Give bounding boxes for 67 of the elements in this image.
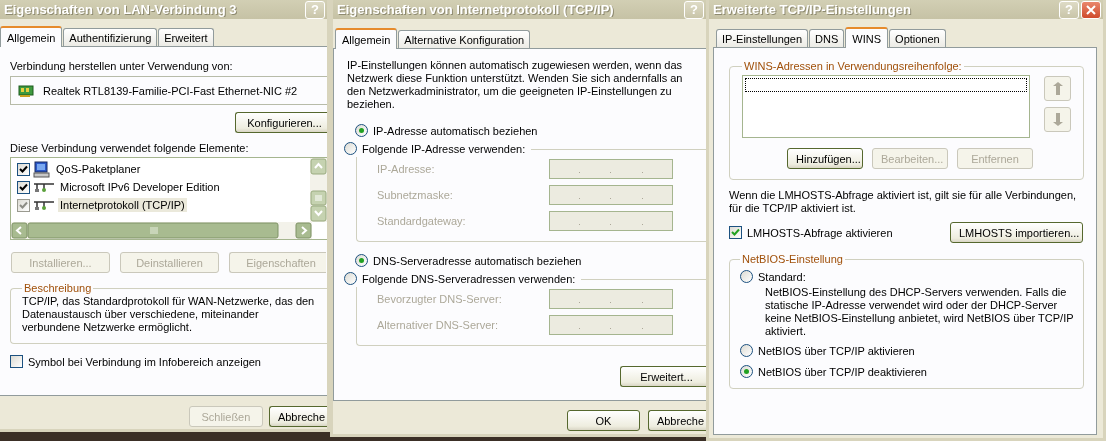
tab[interactable]: Authentifizierung [63,28,158,46]
checkbox[interactable] [17,162,30,176]
tab[interactable]: Allgemein [0,26,63,47]
window-title: Eigenschaften von LAN-Verbindung 3 [4,2,238,17]
checkbox-label[interactable]: LMHOSTS-Abfrage aktivieren [747,226,893,239]
dialog-button[interactable]: OK [566,410,640,431]
action-button[interactable]: Hinzufügen... [787,148,863,169]
radio-label[interactable]: DNS-Serveradresse automatisch beziehen [373,254,582,267]
radio-label[interactable]: Folgende IP-Adresse verwenden: [362,142,526,155]
radio-button[interactable] [344,142,357,155]
field-label: IP-Adresse: [377,163,436,175]
option-description: NetBIOS-Einstellung des DHCP-Servers verwenden. Falls die statische IP-Adresse verwendet wird oder der DHCP-Server keine NetBIOS-Einstellung anbietet, wird NetBIOS über TCP/IP aktiviert. [764,286,1075,338]
checkbox[interactable] [10,355,23,368]
group-title: NetBIOS-Einstellung [741,253,844,265]
radio-button[interactable] [740,270,753,283]
window-title: Erweiterte TCP/IP-Einstellungen [713,2,912,17]
field-label: Standardgateway: [377,215,467,227]
radio-label[interactable]: NetBIOS über TCP/IP deaktivieren [758,365,927,378]
section-label: Diese Verbindung verwendet folgende Elemente: [10,142,250,154]
adapter-name: Realtek RTL8139-Familie-PCI-Fast Ethernet-NIC #2 [43,84,298,97]
close-button[interactable] [1081,0,1101,19]
window-title: Eigenschaften von Internetprotokoll (TCP/IP) [337,2,615,17]
radio-button[interactable] [355,254,368,267]
list-item[interactable]: Internetprotokoll (TCP/IP) [58,198,187,212]
radio-label[interactable]: IP-Adresse automatisch beziehen [373,124,538,137]
dialog-button[interactable]: Abbreche [268,406,327,427]
radio-label[interactable]: NetBIOS über TCP/IP aktivieren [758,344,915,357]
checkbox[interactable] [17,180,30,194]
radio-button[interactable] [344,272,357,285]
horizontal-scrollbar[interactable] [11,222,312,239]
description-text: TCP/IP, das Standardprotokoll für WAN-Netzwerke, das den Datenaustausch über verschiedene, miteinander verbundene Netzwerke ermöglicht. [22,295,316,334]
checkbox[interactable] [17,198,30,212]
group-title: WINS-Adressen in Verwendungsreihenfolge: [743,60,963,72]
section-label: Verbindung herstellen unter Verwendung von: [10,60,234,72]
tab[interactable]: Optionen [889,29,946,47]
radio-label[interactable]: Folgende DNS-Serveradressen verwenden: [362,272,576,285]
checkbox-label[interactable]: Symbol bei Verbindung im Infobereich anzeigen [28,355,261,368]
computer-icon [33,160,51,178]
vertical-scrollbar[interactable] [310,158,327,222]
group-title: Beschreibung [23,282,93,294]
configure-button[interactable]: Konfigurieren... [235,112,327,133]
advanced-button[interactable]: Erweitert... [620,366,706,387]
tab[interactable]: DNS [809,29,845,47]
radio-button[interactable] [740,344,753,357]
field-label: Subnetzmaske: [377,189,454,201]
list-item[interactable]: QoS-Paketplaner [54,162,143,176]
checkbox[interactable] [729,226,742,239]
close-icon [1086,4,1096,15]
list-item[interactable]: Microsoft IPv6 Developer Edition [58,180,222,194]
import-button[interactable]: LMHOSTS importieren... [950,222,1083,243]
network-connector-icon [33,181,55,193]
radio-label[interactable]: Standard: [758,270,806,283]
field-label: Alternativer DNS-Server: [377,319,500,331]
network-connector-icon [33,199,55,211]
network-card-icon [18,83,34,98]
tab[interactable]: WINS [845,27,889,48]
check-icon [731,228,740,237]
radio-button[interactable] [740,365,753,378]
radio-button[interactable] [355,124,368,137]
tab[interactable]: Alternative Konfiguration [398,30,531,48]
tab[interactable]: Allgemein [335,28,398,49]
intro-text: IP-Einstellungen können automatisch zugewiesen werden, wenn das Netzwerk diese Funktion unterstützt. Wenden Sie sich andernfalls an den Netzwerkadministrator, um die geeigneten IP-Einstellungen zu beziehen. [347,59,684,111]
field-label: Bevorzugter DNS-Server: [377,293,503,305]
tab[interactable]: Erweitert [158,28,214,46]
dialog-button[interactable]: Abbreche [647,410,706,431]
tab[interactable]: IP-Einstellungen [716,29,809,47]
info-text: Wenn die LMHOSTS-Abfrage aktiviert ist, gilt sie für alle Verbindungen, für die TCP/IP aktiviert ist. [729,189,1078,215]
